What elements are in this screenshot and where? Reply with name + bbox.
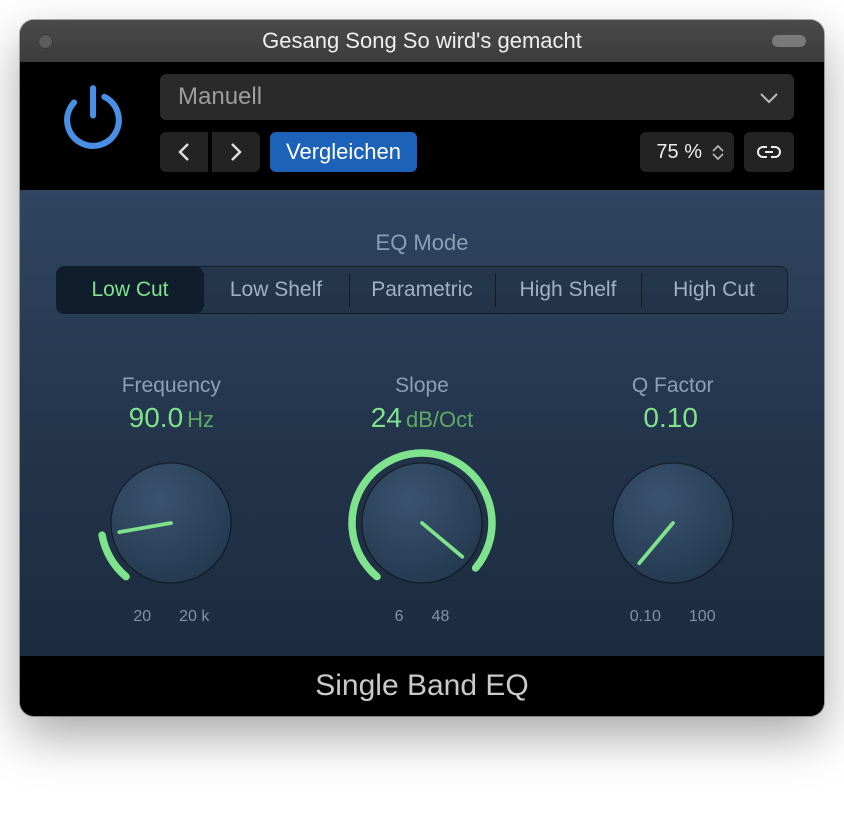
tab-parametric[interactable]: Parametric <box>349 267 495 313</box>
power-button[interactable] <box>50 74 136 160</box>
knob-qfactor: Q Factor 0.10 0.10 100 <box>557 374 788 626</box>
knob-value: 24dB/Oct <box>371 402 473 434</box>
preset-select[interactable]: Manuell <box>160 74 794 120</box>
window-title: Gesang Song So wird's gemacht <box>20 28 824 54</box>
stepper-arrows-icon <box>712 145 724 160</box>
knob-label: Q Factor <box>632 374 714 398</box>
plugin-window: Gesang Song So wird's gemacht Manuell <box>20 20 824 716</box>
knob-dial-qfactor[interactable] <box>598 448 748 598</box>
knob-frequency: Frequency 90.0Hz 20 20 k <box>56 374 287 626</box>
knob-label: Slope <box>395 374 449 398</box>
knob-dial-slope[interactable] <box>347 448 497 598</box>
chevron-right-icon <box>229 142 243 162</box>
knob-label: Frequency <box>122 374 221 398</box>
plugin-header: Manuell Vergleichen <box>20 62 824 190</box>
zoom-value: 75 % <box>656 141 702 164</box>
next-preset-button[interactable] <box>212 132 260 172</box>
knob-scale: 0.10 100 <box>630 608 716 626</box>
zoom-stepper[interactable]: 75 % <box>640 132 734 172</box>
traffic-light-close[interactable] <box>38 34 53 49</box>
power-icon <box>55 79 131 155</box>
eq-mode-tabs: Low Cut Low Shelf Parametric High Shelf … <box>56 266 788 314</box>
knob-slope: Slope 24dB/Oct 6 48 <box>307 374 538 626</box>
prev-preset-button[interactable] <box>160 132 208 172</box>
knob-value: 90.0Hz <box>129 402 214 434</box>
preset-label: Manuell <box>178 83 262 111</box>
tab-high-shelf[interactable]: High Shelf <box>495 267 641 313</box>
plugin-body: EQ Mode Low Cut Low Shelf Parametric Hig… <box>20 190 824 656</box>
eq-mode-label: EQ Mode <box>56 230 788 256</box>
link-button[interactable] <box>744 132 794 172</box>
compare-button[interactable]: Vergleichen <box>270 132 417 172</box>
chevron-left-icon <box>177 142 191 162</box>
knob-scale: 20 20 k <box>133 608 209 626</box>
tab-low-shelf[interactable]: Low Shelf <box>203 267 349 313</box>
knob-dial-frequency[interactable] <box>96 448 246 598</box>
knob-scale: 6 48 <box>395 608 450 626</box>
chevron-down-icon <box>760 83 778 111</box>
compare-label: Vergleichen <box>286 139 401 165</box>
plugin-footer: Single Band EQ <box>20 656 824 716</box>
tab-low-cut[interactable]: Low Cut <box>57 267 203 313</box>
titlebar-right-indicator <box>772 35 806 47</box>
titlebar: Gesang Song So wird's gemacht <box>20 20 824 62</box>
link-icon <box>755 142 783 162</box>
plugin-title: Single Band EQ <box>315 669 528 703</box>
knob-value: 0.10 <box>643 402 702 434</box>
tab-high-cut[interactable]: High Cut <box>641 267 787 313</box>
